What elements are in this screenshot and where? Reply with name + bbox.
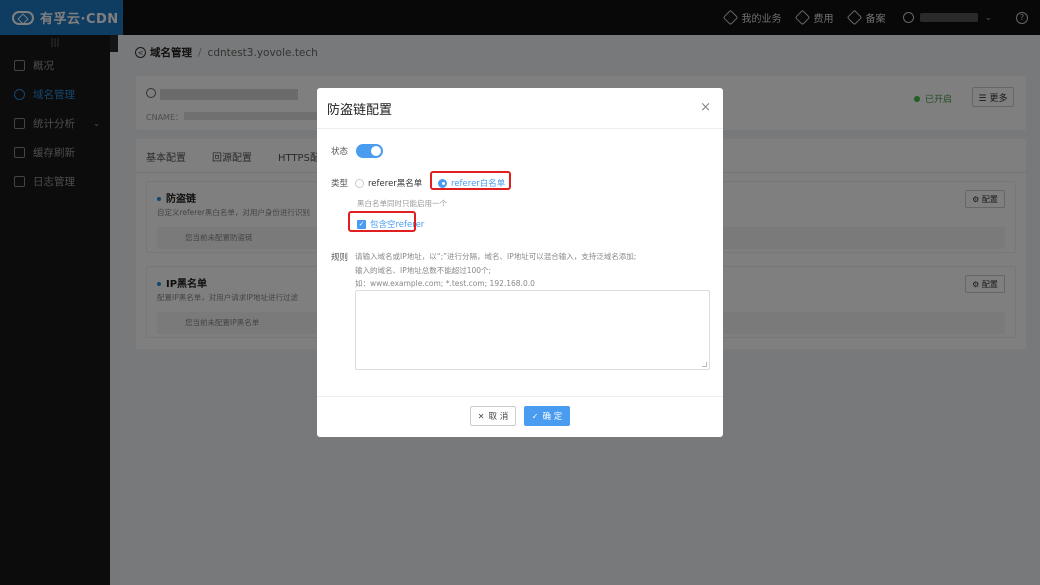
confirm-button[interactable]: ✓ 确 定 — [524, 406, 570, 426]
rule-hint-line-3: 如：www.example.com; *.test.com; 192.168.0… — [355, 279, 535, 288]
type-hint: 黑白名单同时只能启用一个 — [357, 199, 447, 208]
rule-hint-line-1: 请输入域名或IP地址，以“;”进行分隔，域名、IP地址可以混合输入，支持泛域名添… — [355, 252, 637, 261]
check-icon: ✓ — [531, 411, 539, 421]
dialog-footer-divider — [317, 396, 723, 397]
cancel-button[interactable]: ✕ 取 消 — [470, 406, 516, 426]
highlight-box-include-empty — [348, 211, 416, 232]
rule-label: 规则 — [331, 253, 349, 263]
radio-icon — [355, 178, 364, 188]
status-toggle[interactable] — [356, 144, 383, 158]
resize-handle-icon[interactable] — [702, 362, 707, 367]
highlight-box-whitelist — [430, 171, 511, 190]
close-icon: ✕ — [477, 411, 485, 421]
rule-textarea[interactable] — [355, 290, 710, 370]
rule-hint-line-2: 输入的域名、IP地址总数不能超过100个; — [355, 266, 492, 275]
dialog-header-divider — [317, 128, 723, 129]
status-label: 状态 — [331, 147, 349, 157]
close-icon[interactable]: × — [700, 100, 711, 115]
radio-referer-blacklist[interactable]: referer黑名单 — [355, 177, 422, 189]
type-label: 类型 — [331, 179, 349, 189]
hotlink-config-dialog: 防盗链配置 × 状态 类型 referer黑名单 referer白名单 黑白名单… — [317, 88, 723, 437]
dialog-title: 防盗链配置 — [327, 103, 393, 118]
